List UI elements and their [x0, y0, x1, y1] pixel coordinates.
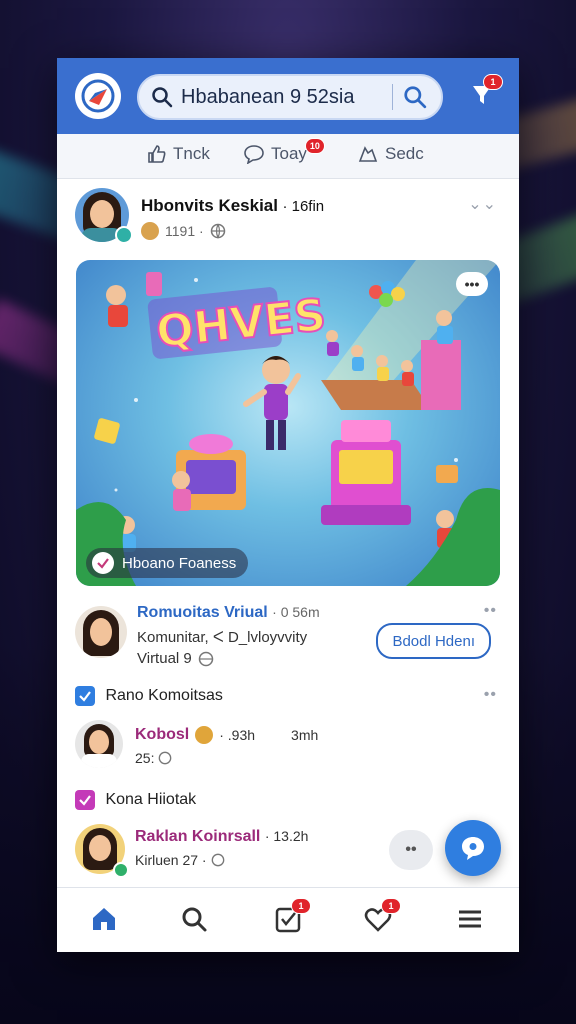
comment-time-secondary: 3mh: [291, 727, 319, 743]
bottom-nav: 1 1: [57, 887, 519, 952]
comment-time: · .93h: [219, 727, 256, 743]
notification-badge: 1: [483, 74, 503, 90]
globe-icon: [210, 223, 225, 239]
comment-time: · 13.2h: [264, 828, 309, 844]
tab-toay[interactable]: Toay 10: [243, 138, 333, 164]
virtual-community-illustration: QHVES: [76, 260, 500, 586]
post-time: · 16fin: [282, 198, 325, 215]
section-label: Kona Hiiotak: [105, 791, 197, 808]
tab-sedc[interactable]: Sedc: [357, 144, 424, 164]
globe-icon: [211, 853, 224, 867]
search-icon: [152, 87, 173, 108]
community-description: Komunitar, ᐸ D_lvloyvvity: [137, 629, 308, 646]
online-status-icon: [113, 862, 129, 878]
search-submit-icon[interactable]: [403, 85, 427, 109]
verified-icon: [115, 226, 133, 244]
checkbox-icon[interactable]: [75, 686, 95, 706]
section-header-1: Rano Komoitsas ••: [75, 686, 501, 710]
search-divider: [392, 84, 393, 110]
post-author-name[interactable]: Hbonvits Keskial: [141, 196, 278, 215]
checkbox-icon[interactable]: [75, 790, 95, 810]
nav-home[interactable]: [89, 904, 119, 934]
mini-avatar: [141, 222, 159, 240]
menu-icon: [459, 910, 481, 928]
tab-badge: 10: [304, 138, 325, 154]
post-header: Hbonvits Keskial · 16fin 1191 · ⌄⌄: [75, 188, 501, 248]
nav-badge: 1: [381, 898, 401, 914]
community-time: · 0 56m: [272, 604, 320, 620]
tab-label: Toay: [271, 144, 307, 163]
tab-bar: Tnck Toay 10 Sedc: [57, 134, 519, 179]
thumbs-up-icon: [148, 145, 166, 163]
chat-bubble-icon: [244, 145, 264, 164]
globe-icon: [159, 751, 172, 765]
commenter-name[interactable]: Raklan Koinrsall: [135, 828, 260, 845]
home-icon: [93, 908, 115, 930]
emoji-icon: [195, 726, 214, 744]
hero-caption-chip[interactable]: Hboano Foaness: [86, 548, 249, 578]
comment-meta: Kirluen 27 ·: [135, 852, 207, 868]
search-input[interactable]: Hbabanean 9 52sia: [181, 86, 392, 109]
nav-search[interactable]: [179, 904, 209, 934]
post-hero-image[interactable]: QHVES ••• Hboano Foaness: [76, 260, 500, 586]
section-label: Rano Komoitsas: [105, 687, 223, 704]
join-community-button[interactable]: Bdodl Hdenı: [376, 623, 491, 659]
comment-meta: 25:: [135, 750, 155, 766]
search-bar[interactable]: Hbabanean 9 52sia: [137, 74, 443, 120]
community-sub: Virtual 9: [137, 650, 192, 667]
commenter-avatar[interactable]: [75, 720, 123, 768]
comment-row-2: Raklan Koinrsall · 13.2h Kirluen 27 ·: [75, 822, 501, 882]
tab-label: Sedc: [385, 144, 424, 163]
nav-menu[interactable]: [455, 904, 485, 934]
tab-label: Tnck: [173, 144, 210, 163]
phone-app-window: Hbabanean 9 52sia 1 Tnck Toay 10 Sedc Hb…: [57, 58, 519, 952]
community-more-icon[interactable]: ••: [484, 602, 497, 620]
post-more-icon[interactable]: ⌄⌄: [468, 194, 497, 214]
share-icon: [358, 146, 378, 162]
commenter-name[interactable]: Kobosl: [135, 726, 189, 744]
tab-tnck[interactable]: Tnck: [147, 144, 210, 164]
comment-row-1: Kobosl · .93h 3mh 25:: [75, 718, 501, 774]
community-avatar[interactable]: [75, 606, 127, 658]
secondary-fab-button[interactable]: ••: [389, 830, 433, 870]
chat-bubble-icon: [462, 837, 484, 860]
hero-more-button[interactable]: •••: [456, 272, 488, 296]
section-more-icon[interactable]: ••: [484, 686, 497, 704]
check-icon: [92, 552, 114, 574]
search-icon: [182, 907, 207, 932]
section-header-2: Kona Hiiotak: [75, 790, 501, 814]
notification-button[interactable]: 1: [467, 74, 503, 108]
top-bar: Hbabanean 9 52sia 1: [57, 58, 519, 134]
post-meta: 1191 ·: [165, 223, 204, 239]
message-fab-button[interactable]: [445, 820, 501, 876]
community-name[interactable]: Romuoitas Vriual: [137, 604, 268, 621]
app-logo[interactable]: [75, 73, 121, 119]
nav-tasks[interactable]: 1: [273, 898, 311, 934]
globe-icon: [198, 651, 214, 666]
hero-caption: Hboano Foaness: [122, 554, 237, 572]
nav-badge: 1: [291, 898, 311, 914]
nav-favorites[interactable]: 1: [363, 898, 401, 934]
